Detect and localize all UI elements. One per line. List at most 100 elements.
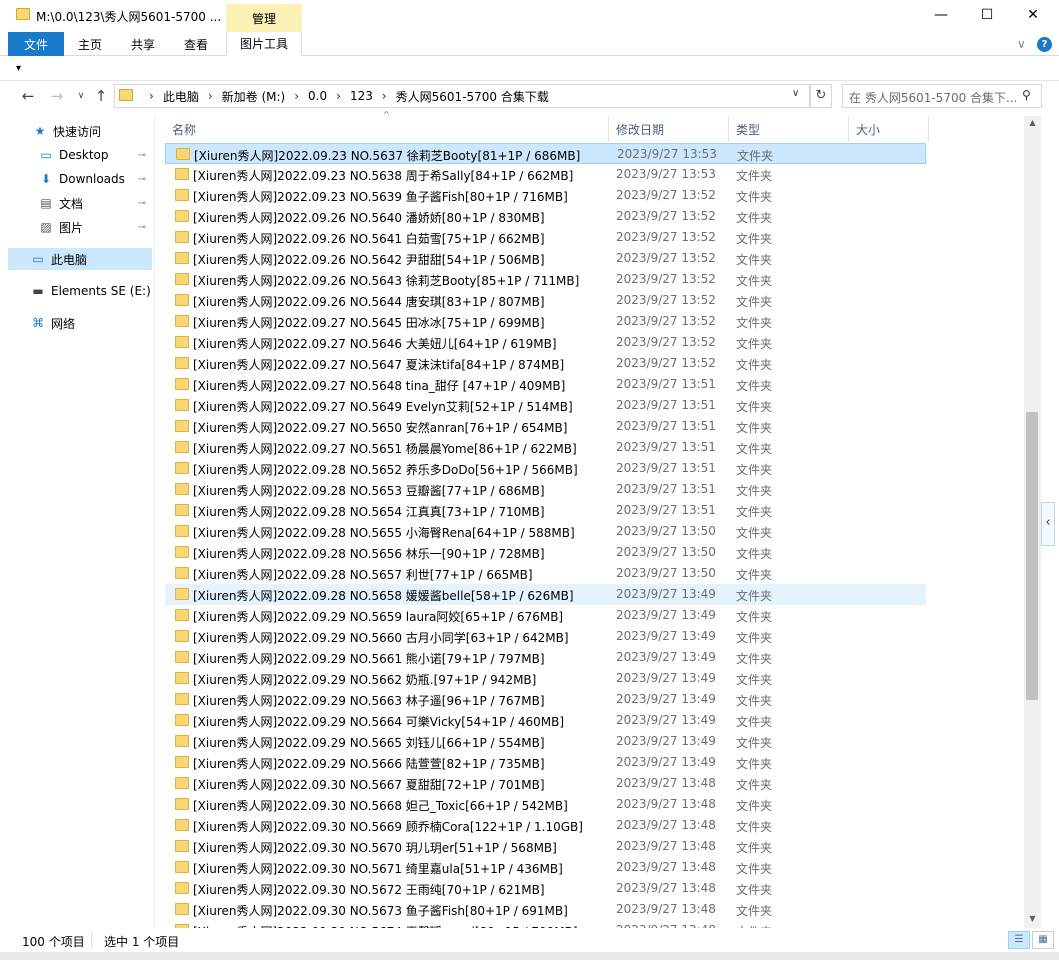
tab-home[interactable]: 主页: [66, 32, 114, 56]
file-date: 2023/9/27 13:48: [616, 818, 716, 832]
table-row[interactable]: [Xiuren秀人网]2022.09.26 NO.5641 白茹雪[75+1P …: [165, 227, 926, 248]
table-row[interactable]: [Xiuren秀人网]2022.09.26 NO.5640 潘娇娇[80+1P …: [165, 206, 926, 227]
forward-button[interactable]: →: [46, 87, 68, 107]
table-row[interactable]: [Xiuren秀人网]2022.09.28 NO.5652 养乐多DoDo[56…: [165, 458, 926, 479]
nav-item[interactable]: ▬ Elements SE (E:): [8, 280, 152, 302]
table-row[interactable]: [Xiuren秀人网]2022.09.27 NO.5647 夏沫沫tifa[84…: [165, 353, 926, 374]
nav-item[interactable]: ⬇ Downloads ⊸: [8, 168, 152, 190]
file-name: [Xiuren秀人网]2022.09.26 NO.5640 潘娇娇[80+1P …: [193, 211, 545, 225]
tab-picture-tools[interactable]: 图片工具: [226, 32, 302, 56]
table-row[interactable]: [Xiuren秀人网]2022.09.28 NO.5658 媛媛酱belle[5…: [165, 584, 926, 605]
table-row[interactable]: [Xiuren秀人网]2022.09.30 NO.5669 顾乔楠Cora[12…: [165, 815, 926, 836]
large-icons-view-button[interactable]: ▦: [1032, 931, 1054, 949]
details-view-button[interactable]: ☰: [1008, 931, 1030, 949]
nav-item[interactable]: ★ 快速访问: [8, 120, 152, 142]
file-date: 2023/9/27 13:52: [616, 335, 716, 349]
chevron-right-icon[interactable]: ›: [208, 89, 213, 103]
column-header-size[interactable]: 大小: [849, 116, 929, 142]
tab-share[interactable]: 共享: [118, 32, 168, 56]
back-button[interactable]: ←: [17, 87, 39, 107]
scrollbar-thumb[interactable]: [1026, 412, 1038, 700]
address-dropdown-icon[interactable]: ∨: [792, 88, 799, 99]
refresh-button[interactable]: ↻: [810, 84, 832, 108]
table-row[interactable]: [Xiuren秀人网]2022.09.29 NO.5664 可樂Vicky[54…: [165, 710, 926, 731]
folder-icon: [175, 420, 189, 432]
table-row[interactable]: [Xiuren秀人网]2022.09.26 NO.5642 尹甜甜[54+1P …: [165, 248, 926, 269]
table-row[interactable]: [Xiuren秀人网]2022.09.27 NO.5648 tina_甜仔 [4…: [165, 374, 926, 395]
maximize-button[interactable]: ☐: [964, 0, 1010, 30]
table-row[interactable]: [Xiuren秀人网]2022.09.28 NO.5656 林乐一[90+1P …: [165, 542, 926, 563]
nav-item[interactable]: ▭ Desktop ⊸: [8, 144, 152, 166]
table-row[interactable]: [Xiuren秀人网]2022.09.29 NO.5661 熊小诺[79+1P …: [165, 647, 926, 668]
table-row[interactable]: [Xiuren秀人网]2022.09.30 NO.5674 王馨瑶yanni[8…: [165, 920, 926, 928]
tab-file[interactable]: 文件: [8, 32, 64, 56]
nav-item-label: Elements SE (E:): [51, 284, 151, 298]
file-date: 2023/9/27 13:49: [616, 713, 716, 727]
breadcrumb: › 此电脑 › 新加卷 (M:) › 0.0 › 123 › 秀人网5601-5…: [140, 84, 549, 108]
table-row[interactable]: [Xiuren秀人网]2022.09.29 NO.5659 laura阿姣[65…: [165, 605, 926, 626]
file-date: 2023/9/27 13:52: [616, 251, 716, 265]
close-button[interactable]: ✕: [1010, 0, 1056, 30]
column-header-date[interactable]: 修改日期: [609, 116, 729, 142]
file-type: 文件夹: [736, 736, 773, 750]
column-header-type[interactable]: 类型: [729, 116, 849, 142]
nav-item[interactable]: ▭ 此电脑: [8, 248, 152, 270]
nav-item[interactable]: ▤ 文档 ⊸: [8, 192, 152, 214]
recent-locations-button[interactable]: ∨: [70, 91, 92, 111]
table-row[interactable]: [Xiuren秀人网]2022.09.26 NO.5644 唐安琪[83+1P …: [165, 290, 926, 311]
table-row[interactable]: [Xiuren秀人网]2022.09.29 NO.5662 奶瓶.[97+1P …: [165, 668, 926, 689]
minimize-button[interactable]: —: [918, 0, 964, 30]
search-input[interactable]: 在 秀人网5601-5700 合集下...: [842, 84, 1042, 108]
table-row[interactable]: [Xiuren秀人网]2022.09.30 NO.5667 夏甜甜[72+1P …: [165, 773, 926, 794]
table-row[interactable]: [Xiuren秀人网]2022.09.28 NO.5653 豆瓣酱[77+1P …: [165, 479, 926, 500]
file-type: 文件夹: [736, 841, 773, 855]
breadcrumb-item[interactable]: 此电脑: [163, 88, 199, 105]
customize-toolbar-icon[interactable]: ▾: [16, 63, 21, 74]
up-button[interactable]: ↑: [90, 87, 112, 107]
table-row[interactable]: [Xiuren秀人网]2022.09.29 NO.5660 古月小同学[63+1…: [165, 626, 926, 647]
table-row[interactable]: [Xiuren秀人网]2022.09.30 NO.5673 鱼子酱Fish[80…: [165, 899, 926, 920]
table-row[interactable]: [Xiuren秀人网]2022.09.28 NO.5655 小海臀Rena[64…: [165, 521, 926, 542]
scroll-up-button[interactable]: ▲: [1024, 118, 1041, 132]
table-row[interactable]: [Xiuren秀人网]2022.09.29 NO.5666 陆萱萱[82+1P …: [165, 752, 926, 773]
file-name: [Xiuren秀人网]2022.09.29 NO.5666 陆萱萱[82+1P …: [193, 757, 545, 771]
table-row[interactable]: [Xiuren秀人网]2022.09.23 NO.5637 徐莉芝Booty[8…: [165, 143, 926, 164]
breadcrumb-item[interactable]: 0.0: [308, 89, 327, 103]
file-date: 2023/9/27 13:49: [616, 734, 716, 748]
pane-divider[interactable]: [154, 116, 155, 928]
table-row[interactable]: [Xiuren秀人网]2022.09.30 NO.5668 妲己_Toxic[6…: [165, 794, 926, 815]
table-row[interactable]: [Xiuren秀人网]2022.09.27 NO.5651 杨晨晨Yome[86…: [165, 437, 926, 458]
ribbon-expand-button[interactable]: ∨: [1017, 37, 1026, 51]
folder-icon: [175, 651, 189, 663]
table-row[interactable]: [Xiuren秀人网]2022.09.27 NO.5650 安然anran[76…: [165, 416, 926, 437]
table-row[interactable]: [Xiuren秀人网]2022.09.27 NO.5645 田冰冰[75+1P …: [165, 311, 926, 332]
table-row[interactable]: [Xiuren秀人网]2022.09.23 NO.5638 周于希Sally[8…: [165, 164, 926, 185]
preview-pane-toggle[interactable]: ‹: [1041, 502, 1055, 546]
column-header-name[interactable]: 名称: [165, 116, 609, 142]
breadcrumb-item[interactable]: 123: [350, 89, 373, 103]
table-row[interactable]: [Xiuren秀人网]2022.09.30 NO.5672 王雨纯[70+1P …: [165, 878, 926, 899]
folder-icon: [175, 609, 189, 621]
chevron-right-icon[interactable]: ›: [336, 89, 341, 103]
breadcrumb-item[interactable]: 新加卷 (M:): [222, 88, 286, 105]
navigation-pane: ★ 快速访问 ▭ Desktop ⊸ ⬇ Downloads ⊸ ▤ 文档 ⊸ ▨ 图片 ⊸ ▭ 此电脑 ▬ El…: [8, 116, 154, 926]
tab-view[interactable]: 查看: [172, 32, 220, 56]
nav-item[interactable]: ▨ 图片 ⊸: [8, 216, 152, 238]
table-row[interactable]: [Xiuren秀人网]2022.09.26 NO.5643 徐莉芝Booty[8…: [165, 269, 926, 290]
table-row[interactable]: [Xiuren秀人网]2022.09.27 NO.5649 Evelyn艾莉[5…: [165, 395, 926, 416]
breadcrumb-item[interactable]: 秀人网5601-5700 合集下载: [396, 88, 549, 105]
table-row[interactable]: [Xiuren秀人网]2022.09.29 NO.5665 刘钰儿[66+1P …: [165, 731, 926, 752]
table-row[interactable]: [Xiuren秀人网]2022.09.28 NO.5654 江真真[73+1P …: [165, 500, 926, 521]
table-row[interactable]: [Xiuren秀人网]2022.09.30 NO.5670 玥儿玥er[51+1…: [165, 836, 926, 857]
table-row[interactable]: [Xiuren秀人网]2022.09.27 NO.5646 大美妞儿[64+1P…: [165, 332, 926, 353]
chevron-right-icon[interactable]: ›: [382, 89, 387, 103]
help-icon[interactable]: ?: [1037, 37, 1052, 52]
search-icon[interactable]: ⚲: [1022, 88, 1031, 102]
table-row[interactable]: [Xiuren秀人网]2022.09.30 NO.5671 绮里嘉ula[51+…: [165, 857, 926, 878]
nav-item[interactable]: ⌘ 网络: [8, 312, 152, 334]
table-row[interactable]: [Xiuren秀人网]2022.09.28 NO.5657 利世[77+1P /…: [165, 563, 926, 584]
table-row[interactable]: [Xiuren秀人网]2022.09.29 NO.5663 林子遥[96+1P …: [165, 689, 926, 710]
table-row[interactable]: [Xiuren秀人网]2022.09.23 NO.5639 鱼子酱Fish[80…: [165, 185, 926, 206]
scroll-down-button[interactable]: ▼: [1024, 914, 1041, 928]
chevron-right-icon[interactable]: ›: [294, 89, 299, 103]
